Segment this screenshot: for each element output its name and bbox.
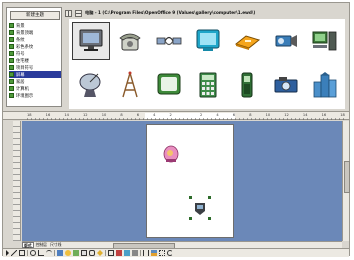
line-icon[interactable] xyxy=(11,250,17,256)
antenna-tower-icon xyxy=(122,71,138,98)
tv-screen-icon xyxy=(157,73,181,95)
theme-item-symbols[interactable]: 符号 xyxy=(9,50,61,57)
ruler-scale: 18 16 14 12 10 8 6 4 2 2 4 6 8 10 12 14 … xyxy=(27,113,345,117)
gallery-item-mobile-phone[interactable] xyxy=(229,67,265,103)
theme-item-color-stripes[interactable]: 彩色条纹 xyxy=(9,43,61,50)
gallery-item-tv-screen[interactable] xyxy=(151,67,187,103)
new-theme-button[interactable]: 新建主题 xyxy=(10,11,60,20)
theme-list: 背景 背景顶端 条纹 彩色条纹 符号 住宅楼 项目符号 屏幕 家居 计算机 环境… xyxy=(9,22,61,99)
layer-tabs: 版式 控制层 尺寸线 xyxy=(22,241,73,248)
telephone-icon xyxy=(119,33,141,51)
rotate-icon[interactable] xyxy=(167,250,173,256)
desktop-computer-icon xyxy=(312,31,337,51)
calculator-icon xyxy=(199,72,217,98)
gallery-item-telephone[interactable] xyxy=(112,23,148,59)
document-page[interactable] xyxy=(146,124,234,238)
detail-view-button[interactable] xyxy=(75,9,82,17)
folder-icon xyxy=(9,51,14,56)
icon-view-button[interactable] xyxy=(65,9,72,17)
gallery-panel: 新建主题 背景 背景顶端 条纹 彩色条纹 符号 住宅楼 项目符号 屏幕 家居 计… xyxy=(3,3,349,111)
symbol-shapes-icon[interactable] xyxy=(65,250,71,256)
theme-item-background-top[interactable]: 背景顶端 xyxy=(9,29,61,36)
satellite-dish-icon xyxy=(79,73,101,97)
curve-icon[interactable] xyxy=(46,250,52,256)
theme-item-residential[interactable]: 住宅楼 xyxy=(9,57,61,64)
align-icon[interactable] xyxy=(143,250,149,256)
network-cable-icon xyxy=(156,36,182,46)
video-camera-icon xyxy=(275,35,297,47)
folder-icon xyxy=(9,44,14,49)
gallery-item-calculator[interactable] xyxy=(190,67,226,103)
folder-icon xyxy=(9,79,14,84)
theme-item-computer[interactable]: 计算机 xyxy=(9,85,61,92)
folder-icon xyxy=(9,65,14,70)
folder-icon xyxy=(9,58,14,63)
folder-icon xyxy=(9,72,14,77)
horizontal-scrollbar[interactable] xyxy=(73,241,342,249)
gallery-item-crt-monitor[interactable] xyxy=(190,23,226,59)
select-arrow-icon[interactable] xyxy=(6,250,9,256)
vertical-scrollbar[interactable] xyxy=(342,121,350,241)
gallery-grid xyxy=(69,19,345,109)
crt-monitor-icon xyxy=(196,29,220,51)
connector-icon[interactable] xyxy=(38,250,44,256)
gallery-item-camera[interactable] xyxy=(268,67,304,103)
gallery-item-office-building[interactable] xyxy=(307,67,343,103)
inserted-clipart-icon[interactable] xyxy=(161,143,181,165)
flowchart-icon[interactable] xyxy=(81,250,87,256)
theme-list-panel: 新建主题 背景 背景顶端 条纹 彩色条纹 符号 住宅楼 项目符号 屏幕 家居 计… xyxy=(6,7,62,107)
gallery-header: 电脑 - 1 (C:\Program Files\OpenOffice 9 (V… xyxy=(65,8,347,18)
drawing-toolbar xyxy=(3,248,349,257)
gallery-icon[interactable] xyxy=(124,250,130,256)
vertical-ruler[interactable] xyxy=(13,121,21,241)
gallery-item-antenna-tower[interactable] xyxy=(112,67,148,103)
theme-item-stripes[interactable]: 条纹 xyxy=(9,36,61,43)
folder-icon xyxy=(9,37,14,42)
app-window: 新建主题 背景 背景顶端 条纹 彩色条纹 符号 住宅楼 项目符号 屏幕 家居 计… xyxy=(2,2,350,257)
camera-icon xyxy=(274,77,298,93)
selected-object-icon[interactable] xyxy=(188,195,212,221)
folder-icon xyxy=(9,93,14,98)
theme-item-bullets[interactable]: 项目符号 xyxy=(9,64,61,71)
disk-drive-icon xyxy=(234,35,261,50)
group-icon[interactable] xyxy=(159,250,165,256)
gallery-item-desktop-computer[interactable] xyxy=(307,23,343,59)
gallery-item-network-cable[interactable] xyxy=(151,23,187,59)
gallery-path: 电脑 - 1 (C:\Program Files\OpenOffice 9 (V… xyxy=(85,10,256,15)
gallery-item-computer-monitor[interactable] xyxy=(72,22,110,60)
computer-monitor-icon xyxy=(79,29,103,51)
theme-item-screen[interactable]: 屏幕 xyxy=(9,71,61,78)
office-building-icon xyxy=(313,72,337,98)
callouts-icon[interactable] xyxy=(89,250,95,256)
points-icon[interactable] xyxy=(108,250,114,256)
theme-item-environment[interactable]: 环境图示 xyxy=(9,92,61,99)
horizontal-ruler[interactable]: 18 16 14 12 10 8 6 4 2 2 4 6 8 10 12 14 … xyxy=(3,111,349,120)
folder-icon xyxy=(9,23,14,28)
arrange-icon[interactable] xyxy=(151,250,157,256)
mobile-phone-icon xyxy=(241,72,253,98)
theme-item-home[interactable]: 家居 xyxy=(9,78,61,85)
extrusion-icon[interactable] xyxy=(132,250,138,256)
document-workspace[interactable] xyxy=(22,121,342,241)
theme-item-background[interactable]: 背景 xyxy=(9,22,61,29)
gallery-item-disk-drive[interactable] xyxy=(229,23,265,59)
gallery-item-video-camera[interactable] xyxy=(268,23,304,59)
ellipse-icon[interactable] xyxy=(30,250,36,256)
folder-icon xyxy=(9,30,14,35)
fontwork-icon[interactable] xyxy=(116,250,122,256)
stars-icon[interactable] xyxy=(97,250,103,256)
folder-icon xyxy=(9,86,14,91)
gallery-item-satellite-dish[interactable] xyxy=(73,67,109,103)
block-arrows-icon[interactable] xyxy=(73,250,79,256)
rectangle-icon[interactable] xyxy=(19,250,25,256)
basic-shapes-icon[interactable] xyxy=(57,250,63,256)
